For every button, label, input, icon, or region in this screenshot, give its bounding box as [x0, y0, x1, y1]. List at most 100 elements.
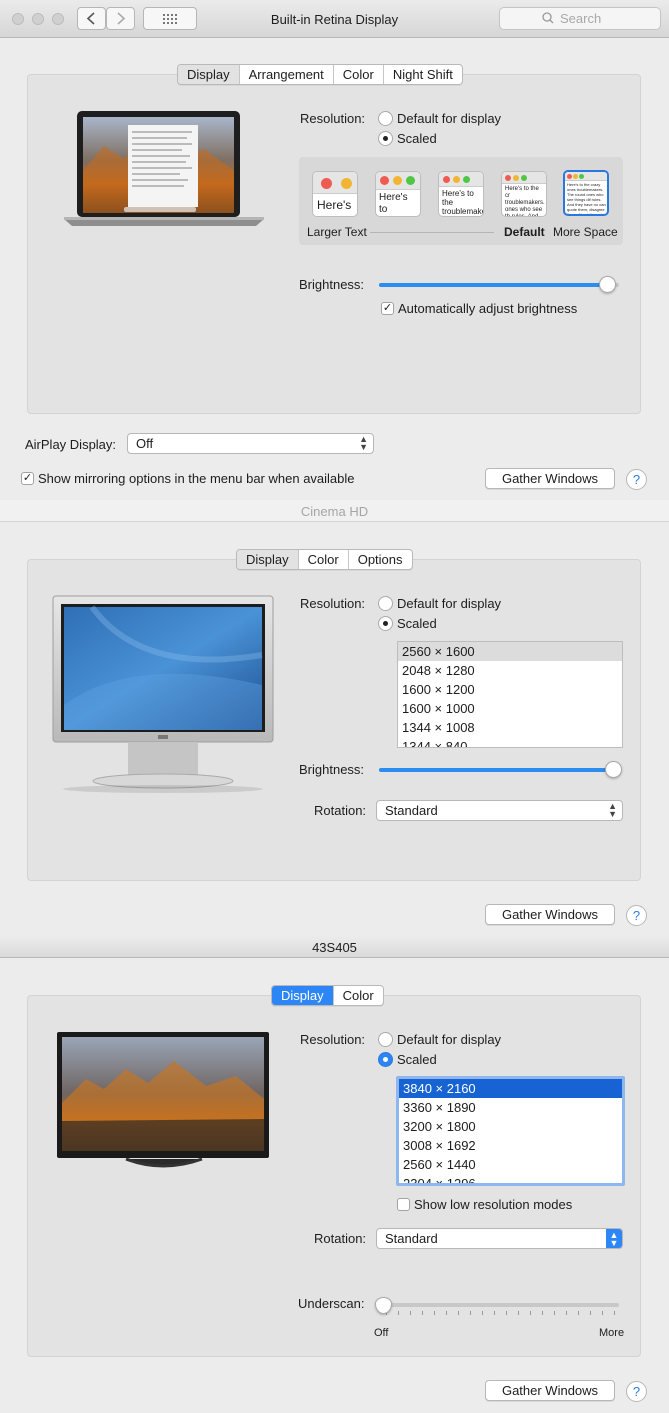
slider-tick — [578, 1311, 579, 1315]
yellow-dot-icon — [513, 175, 519, 181]
radio-scaled[interactable] — [378, 616, 393, 631]
search-placeholder: Search — [560, 11, 602, 26]
slider-tick — [554, 1311, 555, 1315]
scale-option-larger-text[interactable]: Here's — [312, 171, 358, 217]
scale-label-default: Default — [504, 225, 545, 239]
radio-scaled-label: Scaled — [397, 131, 437, 146]
green-dot-icon — [579, 174, 584, 179]
resolution-label: Resolution: — [300, 596, 366, 611]
resolution-row[interactable]: 3008 × 1692 — [399, 1136, 622, 1155]
tab-bar: Display Color Options — [236, 549, 413, 570]
slider-tick — [590, 1311, 591, 1315]
scale-sample-text: Here's to troublema — [379, 192, 408, 215]
cinema-display-image — [52, 595, 274, 795]
radio-default-label: Default for display — [397, 1032, 502, 1047]
slider-tick — [494, 1311, 495, 1315]
window-title: 43S405 — [312, 940, 357, 955]
gather-windows-button[interactable]: Gather Windows — [485, 904, 615, 925]
airplay-popup[interactable]: Off ▲ ▼ — [127, 433, 374, 454]
search-field[interactable]: Search — [499, 7, 661, 30]
radio-default-for-display[interactable] — [378, 1032, 393, 1047]
scale-option-more-space[interactable]: Here's to the crazy ones troublemakers. … — [563, 170, 609, 216]
tab-display[interactable]: Display — [237, 550, 299, 569]
tab-bar: Display Color — [271, 985, 384, 1006]
radio-default-label: Default for display — [397, 596, 502, 611]
rotation-label: Rotation: — [314, 803, 367, 818]
resolution-row[interactable]: 2048 × 1280 — [398, 661, 622, 680]
yellow-dot-icon — [573, 174, 578, 179]
tab-color[interactable]: Color — [334, 65, 384, 84]
scale-sample-text: Here's to the troublemake ones who — [442, 189, 484, 216]
low-resolution-checkbox[interactable] — [397, 1198, 410, 1211]
resolution-label: Resolution: — [300, 1032, 366, 1047]
scale-sample-text: Here's to the crazy ones troublemakers. … — [567, 182, 606, 216]
slider-tick — [530, 1311, 531, 1315]
yellow-dot-icon — [341, 178, 352, 189]
resolution-list[interactable]: 2560 × 1600 2048 × 1280 1600 × 1200 1600… — [397, 641, 623, 748]
scale-option-2[interactable]: Here's to troublema — [375, 171, 421, 217]
slider-tick — [410, 1311, 411, 1315]
window-built-in-retina: Built-in Retina Display Search Display A… — [0, 0, 669, 500]
auto-brightness-checkbox[interactable]: ✓ — [381, 302, 394, 315]
underscan-max-label: More — [599, 1327, 625, 1339]
slider-tick — [422, 1311, 423, 1315]
radio-scaled[interactable] — [378, 131, 393, 146]
resolution-row[interactable]: 2560 × 1600 — [398, 642, 622, 661]
rotation-value: Standard — [385, 1231, 438, 1246]
brightness-slider-knob[interactable] — [605, 761, 622, 778]
help-button[interactable]: ? — [626, 469, 647, 490]
gather-windows-button[interactable]: Gather Windows — [485, 1380, 615, 1401]
slider-tick — [506, 1311, 507, 1315]
mirroring-label: Show mirroring options in the menu bar w… — [38, 471, 355, 486]
scale-label-larger-text: Larger Text — [307, 225, 367, 239]
rotation-popup[interactable]: Standard ▲ ▼ — [376, 1228, 623, 1249]
tab-color[interactable]: Color — [334, 986, 383, 1005]
radio-default-for-display[interactable] — [378, 596, 393, 611]
resolution-row[interactable]: 2304 × 1296 — [399, 1174, 622, 1183]
slider-tick — [482, 1311, 483, 1315]
resolution-label: Resolution: — [300, 111, 366, 126]
tab-display[interactable]: Display — [272, 986, 334, 1005]
resolution-row[interactable]: 1344 × 840 — [398, 737, 622, 747]
tab-display[interactable]: Display — [178, 65, 240, 84]
chevron-updown-icon: ▲ ▼ — [606, 1229, 622, 1248]
gather-windows-button[interactable]: Gather Windows — [485, 468, 615, 489]
rotation-popup[interactable]: Standard ▲ ▼ — [376, 800, 623, 821]
slider-tick — [398, 1311, 399, 1315]
underscan-slider[interactable] — [383, 1303, 619, 1307]
titlebar: Built-in Retina Display Search — [0, 0, 669, 38]
resolution-row[interactable]: 3840 × 2160 — [399, 1079, 622, 1098]
tab-night-shift[interactable]: Night Shift — [384, 65, 462, 84]
resolution-row[interactable]: 1344 × 1008 — [398, 718, 622, 737]
tab-arrangement[interactable]: Arrangement — [240, 65, 334, 84]
airplay-label: AirPlay Display: — [25, 437, 117, 452]
help-button[interactable]: ? — [626, 1381, 647, 1402]
tab-options[interactable]: Options — [349, 550, 412, 569]
chevron-updown-icon: ▲ ▼ — [608, 801, 617, 819]
slider-tick — [470, 1311, 471, 1315]
radio-scaled[interactable] — [378, 1052, 393, 1067]
resolution-row[interactable]: 2560 × 1440 — [399, 1155, 622, 1174]
resolution-row[interactable]: 3360 × 1890 — [399, 1098, 622, 1117]
radio-scaled-label: Scaled — [397, 616, 437, 631]
brightness-slider-fill — [379, 768, 619, 772]
resolution-row[interactable]: 3200 × 1800 — [399, 1117, 622, 1136]
help-button[interactable]: ? — [626, 905, 647, 926]
scale-option-3[interactable]: Here's to the troublemake ones who — [438, 171, 484, 217]
mirroring-checkbox[interactable]: ✓ — [21, 472, 34, 485]
scale-label-more-space: More Space — [553, 225, 618, 239]
scale-option-default[interactable]: Here's to the cr troublemakers. ones who… — [501, 171, 547, 217]
red-dot-icon — [567, 174, 572, 179]
yellow-dot-icon — [453, 176, 460, 183]
rotation-value: Standard — [385, 803, 438, 818]
slider-tick — [446, 1311, 447, 1315]
resolution-row[interactable]: 1600 × 1000 — [398, 699, 622, 718]
slider-tick — [614, 1311, 615, 1315]
green-dot-icon — [521, 175, 527, 181]
resolution-row[interactable]: 1600 × 1200 — [398, 680, 622, 699]
slider-tick — [518, 1311, 519, 1315]
resolution-list[interactable]: 3840 × 2160 3360 × 1890 3200 × 1800 3008… — [396, 1076, 625, 1186]
radio-default-for-display[interactable] — [378, 111, 393, 126]
brightness-slider-knob[interactable] — [599, 276, 616, 293]
tab-color[interactable]: Color — [299, 550, 349, 569]
